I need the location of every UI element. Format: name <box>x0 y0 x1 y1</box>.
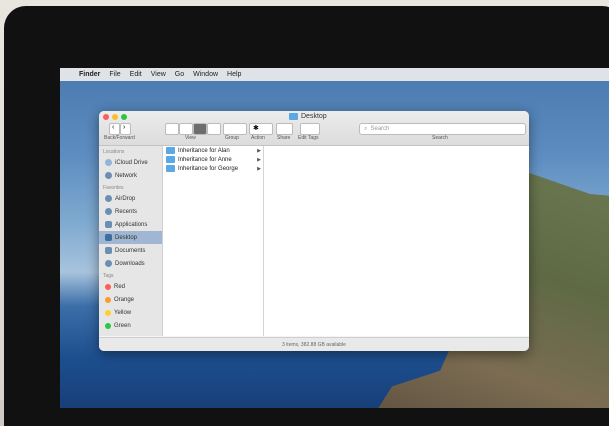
menu-help[interactable]: Help <box>227 71 241 78</box>
tag-dot-icon <box>105 283 111 290</box>
menu-go[interactable]: Go <box>175 71 184 78</box>
column-desktop: Inheritance for Alan ▶ Inheritance for A… <box>163 146 264 336</box>
list-item[interactable]: Inheritance for George ▶ <box>163 164 263 173</box>
sidebar-item-documents[interactable]: Documents <box>99 244 162 257</box>
folder-icon <box>166 165 175 172</box>
folder-icon <box>166 147 175 154</box>
column-view-button[interactable] <box>193 123 207 135</box>
column-empty <box>264 146 529 336</box>
sidebar-header-favorites: Favorites <box>103 185 124 191</box>
sidebar-item-network[interactable]: Network <box>99 169 162 182</box>
group-label: Group <box>225 135 239 141</box>
search-input[interactable]: ⌕ Search <box>359 123 526 135</box>
menu-bar: Finder File Edit View Go Window Help <box>60 68 609 81</box>
search-icon: ⌕ <box>364 125 368 132</box>
status-bar: 3 items, 382.88 GB available <box>99 337 529 351</box>
document-icon <box>105 247 112 254</box>
sidebar-item-recents[interactable]: Recents <box>99 205 162 218</box>
share-button[interactable] <box>276 123 293 135</box>
list-view-button[interactable] <box>179 123 193 135</box>
minimize-button[interactable] <box>112 114 118 120</box>
search-placeholder: Search <box>370 126 390 132</box>
icon-view-button[interactable] <box>165 123 179 135</box>
zoom-button[interactable] <box>121 114 127 120</box>
folder-icon <box>289 113 298 120</box>
chevron-right-icon: › <box>123 124 126 131</box>
search-label: Search <box>432 135 448 141</box>
sidebar-item-desktop[interactable]: Desktop <box>99 231 162 244</box>
forward-button[interactable]: › <box>120 123 131 135</box>
back-button[interactable]: ‹ <box>109 123 120 135</box>
tag-dot-icon <box>105 296 111 303</box>
edit-tags-button[interactable] <box>300 123 320 135</box>
group-button[interactable] <box>223 123 247 135</box>
menu-edit[interactable]: Edit <box>130 71 142 78</box>
sidebar-item-tag-red[interactable]: Red <box>99 280 162 293</box>
sidebar-item-tag-yellow[interactable]: Yellow <box>99 306 162 319</box>
finder-window: Desktop ‹ › Back/Forward View Group ✱ Ac… <box>99 111 529 351</box>
desktop-icon <box>105 234 112 241</box>
sidebar-item-tag-orange[interactable]: Orange <box>99 293 162 306</box>
action-button[interactable]: ✱ <box>249 123 273 135</box>
download-icon <box>105 260 112 267</box>
gallery-view-button[interactable] <box>207 123 221 135</box>
sidebar-item-airdrop[interactable]: AirDrop <box>99 192 162 205</box>
applications-icon <box>105 221 112 228</box>
sidebar-header-tags: Tags <box>103 273 114 279</box>
share-label: Share <box>277 135 291 141</box>
globe-icon <box>105 172 112 179</box>
edit-tags-label: Edit Tags <box>298 135 319 141</box>
clock-icon <box>105 208 112 215</box>
action-label: Action <box>251 135 265 141</box>
sidebar-item-applications[interactable]: Applications <box>99 218 162 231</box>
chevron-right-icon: ▶ <box>257 165 261 172</box>
tag-dot-icon <box>105 322 111 329</box>
tag-dot-icon <box>105 309 111 316</box>
chevron-left-icon: ‹ <box>112 124 115 131</box>
back-forward-label: Back/Forward <box>104 135 135 141</box>
list-item[interactable]: Inheritance for Anne ▶ <box>163 155 263 164</box>
window-title: Desktop <box>289 113 327 120</box>
cloud-icon <box>105 159 112 166</box>
chevron-right-icon: ▶ <box>257 156 261 163</box>
menu-window[interactable]: Window <box>193 71 218 78</box>
title-bar: Desktop ‹ › Back/Forward View Group ✱ Ac… <box>99 111 529 146</box>
view-label: View <box>185 135 196 141</box>
list-item[interactable]: Inheritance for Alan ▶ <box>163 146 263 155</box>
menu-view[interactable]: View <box>151 71 166 78</box>
chevron-right-icon: ▶ <box>257 147 261 154</box>
status-text: 3 items, 382.88 GB available <box>282 342 346 348</box>
sidebar-item-tag-green[interactable]: Green <box>99 319 162 332</box>
menu-file[interactable]: File <box>109 71 120 78</box>
sidebar-item-icloud-drive[interactable]: iCloud Drive <box>99 156 162 169</box>
close-button[interactable] <box>103 114 109 120</box>
airdrop-icon <box>105 195 112 202</box>
menu-finder[interactable]: Finder <box>79 71 100 78</box>
sidebar: Locations iCloud Drive Network Favorites… <box>99 146 163 336</box>
sidebar-header-locations: Locations <box>103 149 125 155</box>
folder-icon <box>166 156 175 163</box>
sidebar-item-downloads[interactable]: Downloads <box>99 257 162 270</box>
gear-icon: ✱ <box>253 125 259 132</box>
